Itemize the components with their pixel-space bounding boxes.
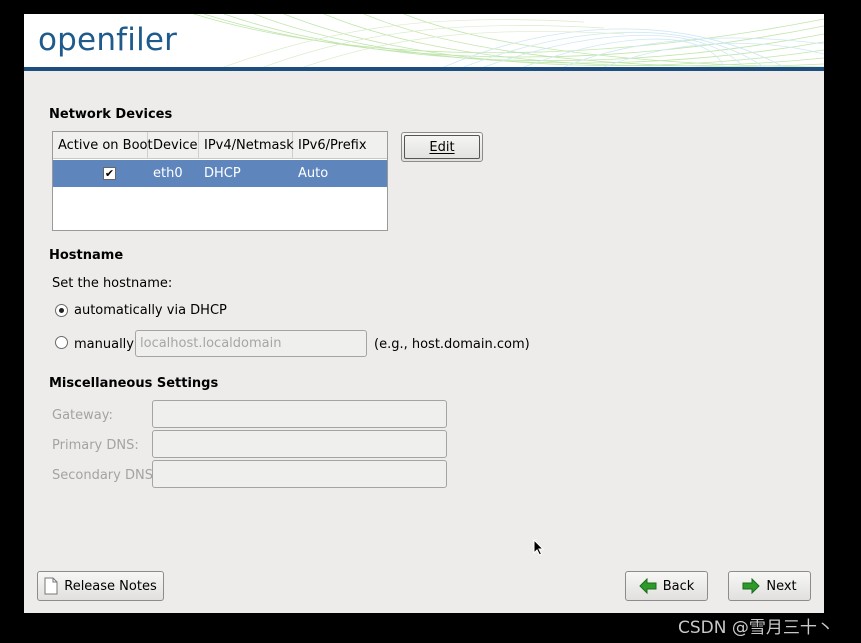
manual-radio[interactable] bbox=[55, 336, 68, 349]
hostname-example: (e.g., host.domain.com) bbox=[374, 337, 530, 352]
active-on-boot-checkbox[interactable]: ✔ bbox=[103, 167, 116, 180]
table-header: Active on Boot Device IPv4/Netmask IPv6/… bbox=[53, 132, 387, 159]
gateway-field[interactable] bbox=[152, 400, 447, 428]
focus-ring bbox=[404, 135, 480, 159]
network-devices-title: Network Devices bbox=[49, 107, 173, 122]
release-notes-label: Release Notes bbox=[64, 578, 157, 594]
hostname-prompt: Set the hostname: bbox=[52, 276, 173, 291]
column-header-ipv6[interactable]: IPv6/Prefix bbox=[293, 132, 387, 159]
secondary-dns-field[interactable] bbox=[152, 460, 447, 488]
back-button[interactable]: Back bbox=[625, 571, 708, 601]
radio-selected-dot bbox=[59, 308, 64, 313]
banner-underline bbox=[24, 67, 824, 71]
ipv6-cell: Auto bbox=[298, 166, 329, 181]
gateway-label: Gateway: bbox=[52, 408, 113, 423]
installer-window: openfiler Network Devices Active on Boot… bbox=[24, 14, 824, 613]
back-label: Back bbox=[662, 578, 695, 594]
mouse-pointer-icon bbox=[533, 539, 545, 556]
arrow-left-icon bbox=[639, 578, 657, 594]
check-icon: ✔ bbox=[104, 167, 115, 180]
edit-button[interactable]: Edit bbox=[401, 132, 483, 162]
column-header-active-on-boot[interactable]: Active on Boot bbox=[53, 132, 153, 159]
arrow-right-icon bbox=[742, 578, 761, 594]
column-header-device[interactable]: Device bbox=[148, 132, 199, 159]
hostname-input[interactable]: localhost.localdomain bbox=[135, 330, 367, 357]
ipv4-cell: DHCP bbox=[204, 166, 241, 181]
auto-dhcp-label[interactable]: automatically via DHCP bbox=[74, 303, 227, 318]
secondary-dns-label: Secondary DNS: bbox=[52, 468, 158, 483]
release-notes-button[interactable]: Release Notes bbox=[37, 571, 164, 601]
manual-label[interactable]: manually bbox=[74, 337, 134, 352]
header-banner: openfiler bbox=[24, 14, 824, 67]
openfiler-logo: openfiler bbox=[38, 22, 178, 58]
network-devices-table[interactable]: Active on Boot Device IPv4/Netmask IPv6/… bbox=[52, 131, 388, 231]
device-cell: eth0 bbox=[153, 166, 183, 181]
watermark-text: CSDN @雪月三十丶 bbox=[678, 618, 834, 638]
misc-settings-title: Miscellaneous Settings bbox=[49, 376, 219, 391]
next-label: Next bbox=[766, 578, 797, 594]
primary-dns-label: Primary DNS: bbox=[52, 438, 139, 453]
auto-dhcp-radio[interactable] bbox=[55, 304, 68, 317]
column-header-ipv4[interactable]: IPv4/Netmask bbox=[199, 132, 294, 159]
primary-dns-field[interactable] bbox=[152, 430, 447, 458]
next-button[interactable]: Next bbox=[728, 571, 811, 601]
table-row[interactable]: ✔ eth0 DHCP Auto bbox=[53, 160, 387, 187]
document-icon bbox=[44, 577, 58, 595]
hostname-title: Hostname bbox=[49, 248, 124, 263]
